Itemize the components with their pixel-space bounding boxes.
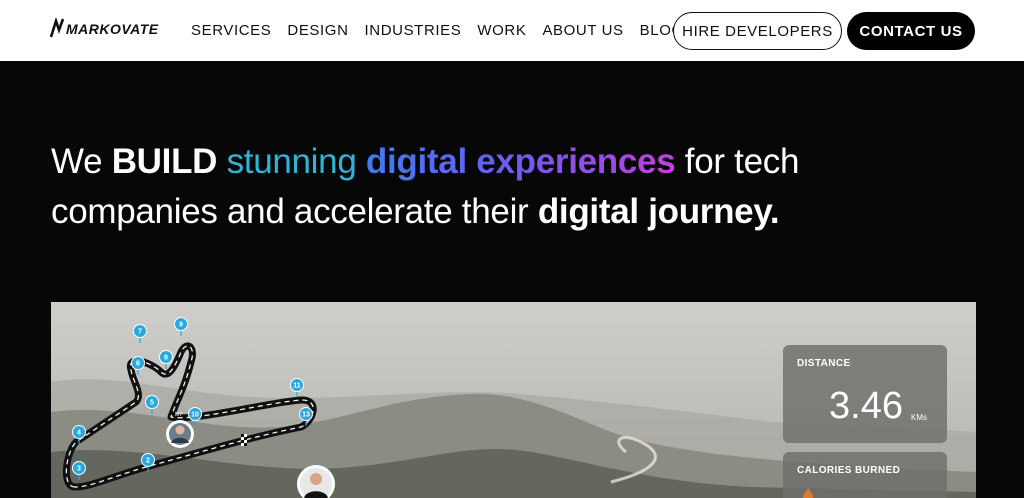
distance-value: 3.46 [829, 385, 903, 427]
route-marker-label: 4 [77, 430, 81, 437]
distance-card: DISTANCE 3.46 KMs [783, 345, 947, 443]
hero-media: 2 3 4 5 6 7 8 9 10 11 13 MY DISTANCE 3.46 KMs CALO… [51, 302, 976, 498]
hire-developers-button[interactable]: HIRE DEVELOPERS [673, 12, 842, 50]
route-marker-label: 2 [146, 458, 150, 465]
route-marker-label: 11 [293, 383, 301, 390]
headline-we: We [51, 142, 112, 181]
nav-services[interactable]: SERVICES [191, 21, 271, 41]
calories-label: CALORIES BURNED [797, 465, 901, 476]
calories-card: CALORIES BURNED [783, 452, 947, 498]
hero-headline: We BUILD stunning digital experiences fo… [51, 137, 951, 237]
distance-label: DISTANCE [797, 358, 851, 369]
route-marker-label: 13 [302, 412, 310, 419]
route-marker-label: 6 [136, 361, 140, 368]
nav-industries[interactable]: INDUSTRIES [365, 21, 462, 41]
logo-mark-icon [50, 18, 65, 38]
headline-digital-experiences: digital experiences [365, 142, 676, 181]
headline-stunning: stunning [217, 142, 366, 181]
finish-flag-icon [241, 434, 247, 446]
nav-design[interactable]: DESIGN [287, 21, 348, 41]
top-navbar: MARKOVATE SERVICES DESIGN INDUSTRIES WOR… [0, 0, 1024, 61]
headline-for-tech: for tech [675, 142, 800, 181]
route-marker-label: 5 [150, 400, 154, 407]
contact-us-button[interactable]: CONTACT US [847, 12, 975, 50]
route-marker-label: 10 [191, 412, 199, 419]
headline-line2: companies and accelerate their [51, 192, 538, 231]
distance-unit: KMs [911, 413, 927, 422]
route-marker-label: 8 [164, 355, 168, 362]
route-marker-label: 7 [138, 329, 142, 336]
brand-logo[interactable]: MARKOVATE [50, 12, 159, 38]
headline-build: BUILD [111, 142, 218, 181]
main-nav: SERVICES DESIGN INDUSTRIES WORK ABOUT US… [191, 21, 700, 41]
runner-avatar[interactable] [166, 420, 194, 448]
nav-about-us[interactable]: ABOUT US [542, 21, 623, 41]
brand-name: MARKOVATE [66, 21, 159, 37]
avatar-label: MY [175, 412, 183, 418]
route-marker-label: 3 [77, 466, 81, 473]
nav-work[interactable]: WORK [477, 21, 526, 41]
flame-icon [803, 488, 813, 498]
headline-digital-journey: digital journey. [537, 192, 780, 231]
route-marker-label: 9 [179, 322, 183, 329]
